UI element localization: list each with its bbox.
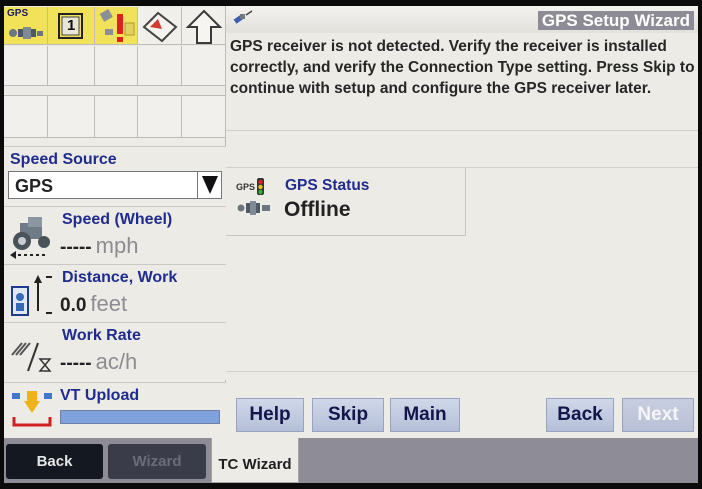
wizard-title: GPS Setup Wizard [537, 11, 694, 30]
shortcut-slot[interactable] [182, 96, 226, 138]
gps-tile[interactable]: GPS [4, 7, 48, 45]
speed-source-value: GPS [15, 176, 54, 196]
nav-wizard-button: Wizard [108, 444, 206, 479]
calibration-tile[interactable] [138, 7, 182, 45]
up-arrow-icon [185, 9, 223, 44]
distance-counter-icon [11, 275, 52, 316]
wizard-panel: GPS Setup Wizard GPS receiver is not det… [226, 6, 698, 438]
vt-upload-progress-bar [60, 410, 220, 424]
wizard-title-bar: GPS Setup Wizard [226, 6, 698, 33]
work-rate-readout: Work Rate ----- ac/h [4, 322, 226, 380]
distance-value-line: 0.0 feet [60, 291, 127, 317]
speed-value: ----- [60, 237, 92, 258]
divider [226, 130, 698, 131]
speed-label: Speed (Wheel) [62, 211, 173, 228]
slot-one-tile[interactable]: 1 [48, 7, 95, 45]
gps-status-value: Offline [284, 198, 351, 221]
shortcut-slot[interactable] [138, 96, 182, 138]
alert-icon [99, 9, 135, 42]
work-rate-icon [11, 342, 52, 372]
distance-value: 0.0 [60, 295, 87, 316]
shortcut-slot[interactable] [4, 46, 48, 86]
work-rate-value-line: ----- ac/h [60, 349, 137, 375]
speed-source-section: Speed Source GPS [4, 146, 226, 206]
wizard-message: GPS receiver is not detected. Verify the… [230, 38, 695, 97]
shortcut-slot[interactable] [95, 46, 138, 86]
distance-unit: feet [90, 291, 128, 316]
vt-upload-section: VT Upload [4, 382, 226, 438]
dropdown-arrow-icon[interactable] [197, 172, 221, 198]
main-button[interactable]: Main [390, 398, 460, 432]
shortcut-slot[interactable] [4, 96, 48, 138]
shortcut-slot[interactable] [48, 46, 95, 86]
speed-source-label: Speed Source [10, 151, 117, 168]
gps-status-label: GPS Status [285, 177, 370, 194]
next-button: Next [622, 398, 694, 432]
shortcut-slot[interactable] [138, 46, 182, 86]
distance-label: Distance, Work [62, 269, 178, 286]
up-arrow-tile[interactable] [182, 7, 226, 45]
speed-source-dropdown[interactable]: GPS [8, 171, 222, 199]
nav-back-button[interactable]: Back [6, 444, 103, 479]
gps-receiver-icon [237, 201, 270, 215]
gps-status-small-label: GPS [236, 182, 256, 192]
shortcut-slot[interactable] [95, 96, 138, 138]
skip-button[interactable]: Skip [312, 398, 384, 432]
speed-unit: mph [95, 233, 139, 258]
gps-icon [9, 27, 43, 39]
upload-icon [12, 391, 52, 427]
divider [226, 371, 698, 372]
distance-readout: Distance, Work 0.0 feet [4, 264, 226, 322]
speed-readout: Speed (Wheel) ----- mph [4, 206, 226, 264]
slot-one-label: 1 [67, 17, 76, 34]
vt-upload-label: VT Upload [60, 387, 140, 404]
grid-divider [4, 86, 226, 96]
bottom-navigation-bar: Back Wizard TC Wizard [4, 438, 698, 483]
work-rate-value: ----- [60, 353, 92, 374]
tractor-icon [10, 217, 50, 259]
back-button[interactable]: Back [546, 398, 614, 432]
display-screen: GPS 1 Speed Source GPS Speed (Wheel) ---… [4, 6, 698, 483]
shortcut-slot[interactable] [48, 96, 95, 138]
signal-light-icon [257, 178, 264, 195]
left-status-panel: GPS 1 Speed Source GPS Speed (Wheel) ---… [4, 6, 226, 438]
gps-status-panel: GPS GPS Status Offline [226, 168, 466, 236]
satellite-icon [233, 10, 253, 24]
alert-tile[interactable] [95, 7, 138, 45]
calibration-icon [142, 11, 178, 43]
speed-value-line: ----- mph [60, 233, 138, 259]
shortcut-slot[interactable] [182, 46, 226, 86]
work-rate-label: Work Rate [62, 327, 141, 344]
work-rate-unit: ac/h [95, 349, 138, 374]
tab-tc-wizard[interactable]: TC Wizard [211, 438, 299, 483]
vt-upload-progress-fill [61, 411, 219, 423]
help-button[interactable]: Help [236, 398, 304, 432]
